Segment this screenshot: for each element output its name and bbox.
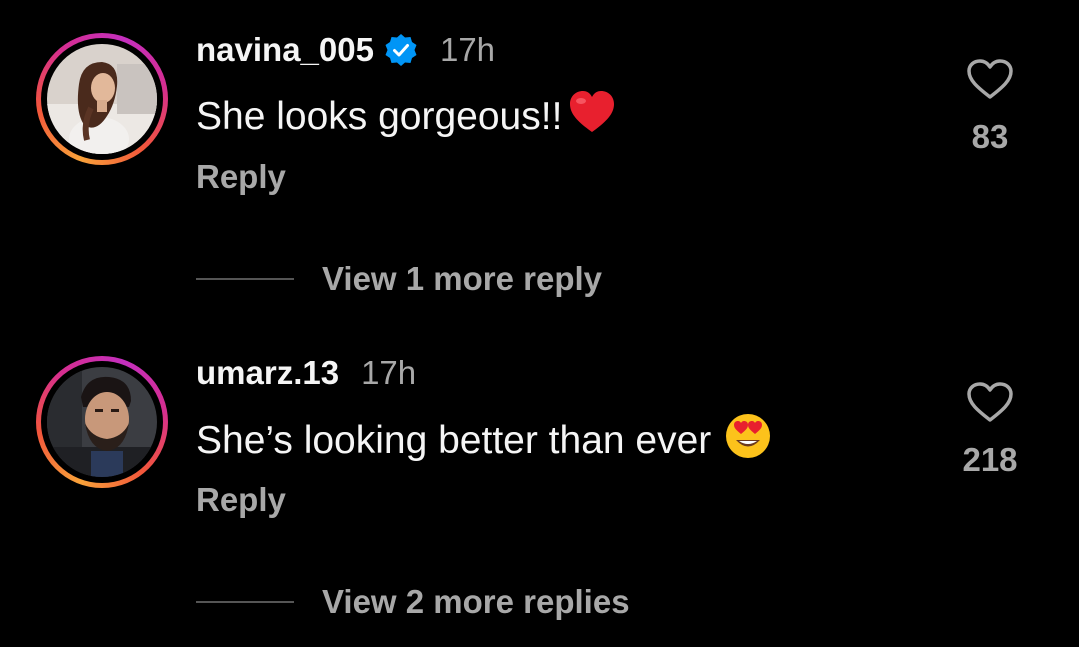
comment-body: She looks gorgeous!!	[196, 95, 563, 138]
comment-text: She looks gorgeous!!	[196, 90, 616, 144]
heart-outline-icon[interactable]	[966, 381, 1014, 423]
reply-button[interactable]: Reply	[196, 481, 286, 519]
view-replies-label[interactable]: View 1 more reply	[322, 260, 602, 298]
verified-badge-icon	[384, 33, 418, 67]
comment-text: She’s looking better than ever	[196, 413, 771, 469]
like-count: 218	[962, 441, 1018, 478]
username[interactable]: navina_005	[196, 31, 374, 69]
story-ring[interactable]	[36, 33, 168, 165]
view-replies-button[interactable]: View 1 more reply	[196, 260, 602, 298]
avatar-image	[47, 367, 157, 477]
comment-header: navina_005 17h	[196, 30, 495, 70]
view-replies-label[interactable]: View 2 more replies	[322, 583, 630, 621]
view-replies-button[interactable]: View 2 more replies	[196, 583, 630, 621]
comment-body: She’s looking better than ever	[196, 419, 712, 462]
heart-outline-icon[interactable]	[966, 58, 1014, 100]
divider-line	[196, 601, 294, 603]
comment-item: umarz.13 17h She’s looking better than e…	[0, 323, 1079, 646]
timestamp: 17h	[361, 354, 417, 391]
avatar-image	[47, 44, 157, 154]
divider-line	[196, 278, 294, 280]
like-control: 83	[950, 58, 1030, 156]
red-heart-icon	[568, 90, 616, 144]
reply-button[interactable]: Reply	[196, 158, 286, 196]
story-ring[interactable]	[36, 356, 168, 488]
heart-eyes-emoji-icon	[725, 413, 771, 469]
comment-header: umarz.13 17h	[196, 353, 416, 393]
avatar[interactable]	[47, 367, 157, 477]
timestamp: 17h	[439, 31, 496, 68]
avatar[interactable]	[47, 44, 157, 154]
comment-item: navina_005 17h She looks gorgeous!! Repl…	[0, 0, 1079, 323]
like-control: 218	[950, 381, 1030, 479]
like-count: 83	[971, 118, 1009, 155]
username[interactable]: umarz.13	[196, 354, 339, 392]
